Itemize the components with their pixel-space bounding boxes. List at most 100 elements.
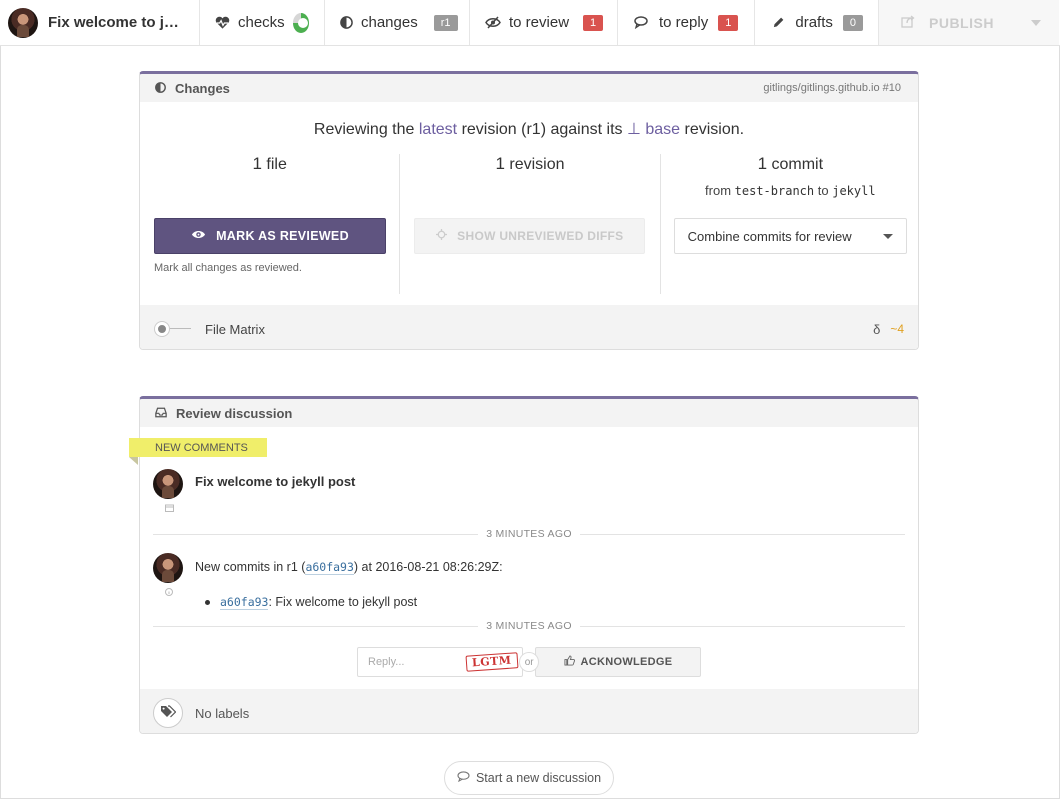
changes-tab[interactable]: changes r1	[325, 0, 470, 45]
revisions-count-label: revision	[509, 156, 565, 173]
top-navigation-bar: Fix welcome to jek... checks changes r1 …	[0, 0, 1060, 46]
commit-sha-link[interactable]: a60fa93	[305, 560, 354, 575]
inbox-icon	[155, 406, 167, 421]
latest-revision-link[interactable]: latest	[419, 121, 457, 138]
no-labels-text: No labels	[195, 705, 250, 721]
file-matrix-toggle[interactable]	[155, 322, 193, 336]
labels-button[interactable]	[153, 698, 183, 728]
reviewing-suffix: revision.	[684, 121, 745, 138]
time-separator-text: 3 MINUTES AGO	[486, 620, 572, 632]
chevron-down-icon	[882, 233, 893, 239]
acknowledge-button[interactable]: ACKNOWLEDGE	[534, 647, 701, 677]
start-new-discussion-label: Start a new discussion	[475, 771, 602, 785]
commits-count-number: 1	[757, 154, 768, 173]
reply-row: Reply... LGTM or ACKNOWLEDGE	[357, 647, 701, 677]
calendar-icon	[165, 504, 174, 514]
mark-as-reviewed-button[interactable]: MARK AS REVIEWED	[154, 218, 386, 254]
files-count-label: file	[266, 156, 287, 173]
revisions-column: 1 revision SHOW UNREVIEWED DIFFS	[399, 154, 659, 294]
review-title-item[interactable]: Fix welcome to jek...	[0, 0, 200, 45]
revisions-count: 1 revision	[400, 154, 659, 174]
new-comments-tag-fold	[129, 457, 138, 465]
share-icon	[901, 14, 915, 31]
author-avatar	[8, 7, 38, 38]
comment-icon	[457, 771, 470, 785]
changes-label: changes	[361, 14, 418, 31]
acknowledge-label: ACKNOWLEDGE	[580, 656, 673, 668]
separator-line	[153, 625, 479, 627]
to-review-tab[interactable]: to review 1	[470, 0, 618, 45]
time-separator-text: 3 MINUTES AGO	[486, 528, 572, 540]
separator-line	[579, 625, 905, 627]
time-separator: 3 MINUTES AGO	[153, 619, 905, 633]
file-matrix-label: File Matrix	[205, 321, 265, 337]
new-commits-suffix: ) at 2016-08-21 08:26:29Z:	[353, 560, 503, 574]
repo-reference-link[interactable]: gitlings/gitlings.github.io #10	[763, 82, 901, 94]
publish-label: PUBLISH	[929, 14, 994, 31]
source-branch: test-branch	[734, 184, 815, 198]
file-matrix-bar: File Matrix δ ~4	[140, 305, 918, 349]
from-word: from	[705, 183, 732, 198]
changes-panel-title: Changes	[175, 80, 230, 96]
discussion-message: Fix welcome to jekyll post	[153, 469, 355, 499]
checks-label: checks	[238, 14, 285, 31]
combine-commits-value: Combine commits for review	[687, 228, 852, 244]
reply-placeholder: Reply...	[368, 656, 405, 668]
checks-tab[interactable]: checks	[200, 0, 325, 45]
commits-count-label: commit	[771, 156, 824, 173]
publish-options-caret-icon[interactable]	[1031, 19, 1041, 26]
half-circle-icon	[155, 81, 166, 96]
or-divider: or	[519, 652, 539, 672]
reviewing-middle: revision (r1) against its	[461, 121, 623, 138]
commits-count: 1 commit	[661, 154, 918, 174]
toggle-knob	[155, 322, 169, 336]
new-commits-prefix: New commits in r1 (	[195, 560, 306, 574]
commenter-avatar	[153, 553, 183, 583]
commit-sha-link[interactable]: a60fa93	[220, 595, 269, 610]
time-separator: 3 MINUTES AGO	[153, 527, 905, 541]
combine-commits-select[interactable]: Combine commits for review	[673, 218, 907, 254]
to-reply-tab[interactable]: to reply 1	[618, 0, 755, 45]
show-unreviewed-diffs-button[interactable]: SHOW UNREVIEWED DIFFS	[414, 218, 646, 254]
show-unreviewed-diffs-label: SHOW UNREVIEWED DIFFS	[457, 229, 624, 243]
mark-as-reviewed-label: MARK AS REVIEWED	[216, 229, 349, 243]
branch-range: from test-branch to jekyll	[661, 183, 918, 198]
drafts-label: drafts	[795, 14, 833, 31]
files-column: 1 file MARK AS REVIEWED Mark all changes…	[140, 154, 399, 294]
review-title: Fix welcome to jek...	[48, 14, 184, 31]
commit-message: : Fix welcome to jekyll post	[268, 595, 418, 609]
files-count: 1 file	[140, 154, 399, 174]
bullet	[205, 599, 210, 605]
base-symbol: ⊥	[626, 121, 641, 138]
base-revision-link[interactable]: base	[645, 121, 680, 138]
files-count-number: 1	[252, 154, 262, 173]
drafts-tab[interactable]: drafts 0	[755, 0, 879, 45]
changes-revision-badge: r1	[433, 14, 458, 31]
heartbeat-icon	[215, 16, 230, 30]
eye-slash-icon	[485, 16, 501, 29]
separator-line	[579, 533, 905, 535]
mark-reviewed-help-text: Mark all changes as reviewed.	[154, 262, 302, 274]
drafts-count-badge: 0	[842, 14, 863, 31]
commenter-avatar	[153, 469, 183, 499]
comments-icon	[633, 16, 651, 29]
labels-bar: No labels	[140, 689, 918, 733]
info-icon	[165, 588, 173, 598]
changes-panel: Changes gitlings/gitlings.github.io #10 …	[139, 71, 919, 350]
commit-message: New commits in r1 (a60fa93) at 2016-08-2…	[153, 553, 503, 583]
lgtm-stamp-button[interactable]: LGTM	[465, 652, 518, 672]
thumbs-up-icon	[563, 655, 575, 669]
discussion-panel-title: Review discussion	[176, 405, 293, 421]
to-reply-count-badge: 1	[718, 14, 739, 31]
reviewing-prefix: Reviewing the	[313, 121, 415, 138]
reply-input[interactable]: Reply... LGTM	[357, 647, 524, 677]
start-new-discussion-button[interactable]: Start a new discussion	[444, 761, 614, 795]
changes-panel-header: Changes gitlings/gitlings.github.io #10	[140, 74, 918, 102]
publish-button[interactable]: PUBLISH	[879, 0, 1059, 45]
crosshairs-icon	[436, 229, 448, 243]
discussion-message-title: Fix welcome to jekyll post	[195, 474, 356, 489]
commit-list-item: a60fa93: Fix welcome to jekyll post	[205, 595, 418, 610]
tags-icon	[160, 704, 177, 722]
delta-symbol: δ	[873, 321, 881, 337]
to-word: to	[817, 183, 829, 198]
